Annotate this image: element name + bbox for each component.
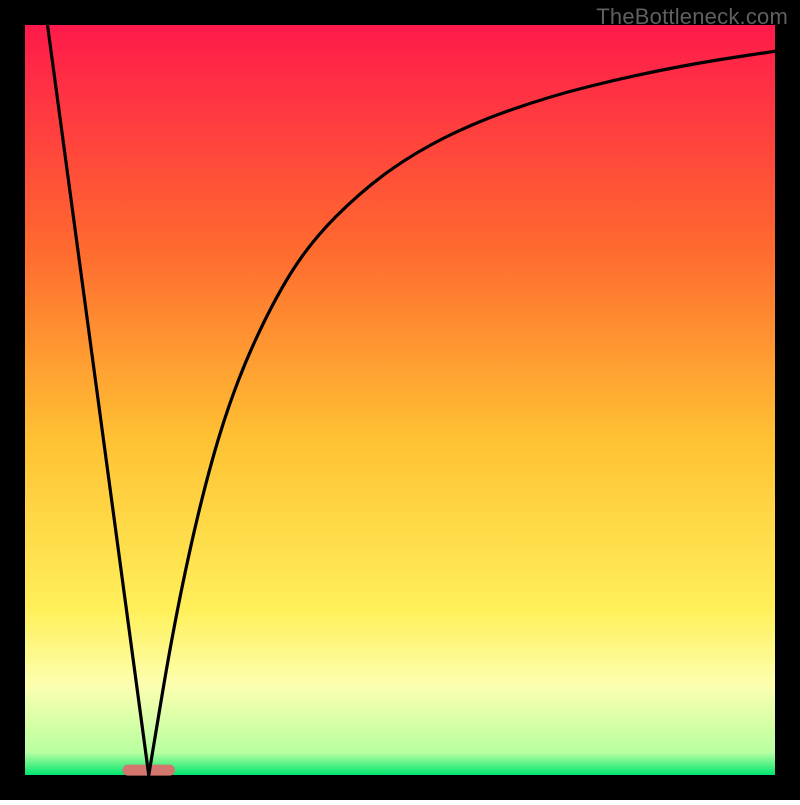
chart-svg: [0, 0, 800, 800]
bottleneck-chart: [0, 0, 800, 800]
attribution-watermark: TheBottleneck.com: [596, 4, 788, 30]
